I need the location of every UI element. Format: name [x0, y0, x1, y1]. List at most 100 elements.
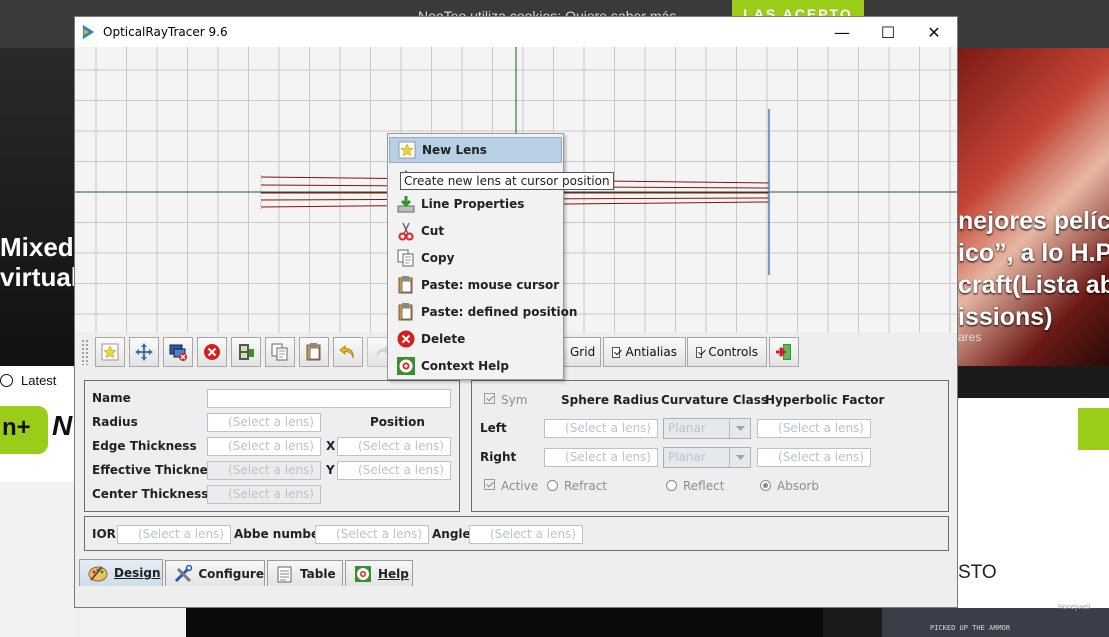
antialias-checkbox[interactable]: [612, 346, 620, 358]
background-hero-left: [0, 48, 74, 366]
copy-toolbar-button[interactable]: [265, 337, 295, 367]
absorb-radio-row[interactable]: Absorb: [760, 479, 819, 493]
tab-table[interactable]: Table: [267, 560, 343, 586]
menu-item-context-help[interactable]: Context Help: [389, 353, 562, 379]
menu-item-new-lens[interactable]: New Lens: [389, 137, 562, 163]
maximize-icon: ☐: [880, 22, 896, 42]
paste-toolbar-button[interactable]: [299, 337, 329, 367]
grid-toggle[interactable]: Grid: [563, 337, 601, 367]
maximize-button[interactable]: ☐: [865, 17, 911, 47]
move-button[interactable]: [129, 337, 159, 367]
active-checkbox[interactable]: [484, 479, 495, 490]
undo-button[interactable]: [333, 337, 363, 367]
left-sphere-radius-field[interactable]: (Select a lens): [544, 419, 658, 438]
line-properties-icon: [396, 194, 416, 214]
background-left-lower: [0, 482, 74, 637]
left-curvature-select[interactable]: Planar: [663, 418, 751, 439]
close-button[interactable]: ✕: [911, 17, 957, 47]
tab-help[interactable]: Help: [345, 560, 413, 586]
headline-line: virtual: [0, 262, 74, 292]
reflect-radio[interactable]: [666, 480, 677, 491]
y-label: Y: [326, 463, 335, 477]
site-logo-text: n+: [2, 414, 31, 441]
exit-door-icon: [776, 344, 791, 360]
headline-line: craft(Lista abi: [958, 271, 1109, 299]
center-thickness-field: (Select a lens): [207, 485, 321, 504]
center-thickness-label: Center Thickness: [92, 487, 209, 501]
name-label: Name: [92, 391, 131, 405]
controls-toggle[interactable]: Controls: [687, 337, 767, 367]
right-sphere-radius-field[interactable]: (Select a lens): [544, 448, 658, 467]
active-checkbox-row[interactable]: Active: [484, 479, 538, 493]
refract-radio-row[interactable]: Refract: [547, 479, 607, 493]
app-icon-accent: [84, 29, 89, 35]
background-right-headline[interactable]: nejores pelícu ico”, a lo H.P. craft(Lis…: [958, 205, 1109, 333]
toolbar-grip[interactable]: [81, 339, 89, 365]
menu-item-label: Paste: defined position: [421, 305, 578, 319]
new-lens-button[interactable]: [95, 337, 125, 367]
curvature-class-label: Curvature Class: [661, 393, 769, 407]
x-label: X: [326, 439, 336, 453]
abbe-number-field[interactable]: (Select a lens): [315, 525, 429, 544]
absorb-radio[interactable]: [760, 480, 771, 491]
paste-icon: [306, 343, 321, 361]
antialias-toggle[interactable]: Antialias: [603, 337, 686, 367]
help-icon: [396, 356, 416, 376]
background-thumbnail[interactable]: [882, 608, 1109, 637]
hyperbolic-factor-label: Hyperbolic Factor: [765, 393, 885, 407]
lens-properties-panel: Name Radius (Select a lens) Position Edg…: [84, 380, 460, 512]
menu-item-paste-mouse-cursor[interactable]: Paste: mouse cursor: [389, 272, 562, 298]
table-icon: [277, 566, 292, 582]
background-bottom-dark: [186, 608, 823, 637]
headline-line: Mixed: [0, 232, 74, 262]
right-hyperbolic-factor-field[interactable]: (Select a lens): [757, 448, 871, 467]
latest-link[interactable]: Latest: [0, 373, 56, 388]
minimize-button[interactable]: —: [819, 17, 865, 47]
right-curvature-select[interactable]: Planar: [663, 447, 751, 468]
menu-item-delete[interactable]: Delete: [389, 326, 562, 352]
controls-label: Controls: [708, 345, 758, 359]
film-button[interactable]: [231, 337, 261, 367]
menu-item-paste-defined-position[interactable]: Paste: defined position: [389, 299, 577, 325]
scissors-icon: [396, 221, 416, 241]
menu-item-cut[interactable]: Cut: [389, 218, 562, 244]
delete-icon: [396, 329, 416, 349]
menu-item-label: Cut: [421, 224, 445, 238]
background-section-text: STO: [958, 562, 997, 583]
surface-properties-panel: Sym Sphere Radius Curvature Class Hyperb…: [471, 380, 949, 512]
remove-configuration-button[interactable]: [163, 337, 193, 367]
headline-line: nejores pelícu: [958, 207, 1109, 235]
angle-field[interactable]: (Select a lens): [469, 525, 583, 544]
stop-button[interactable]: [197, 337, 227, 367]
menu-item-label: Context Help: [421, 359, 510, 373]
menu-item-line-properties[interactable]: Line Properties: [389, 191, 562, 217]
edge-thickness-label: Edge Thickness: [92, 439, 197, 453]
left-hyperbolic-factor-field[interactable]: (Select a lens): [757, 419, 871, 438]
name-field[interactable]: [207, 389, 451, 408]
help-lifebuoy-icon: [355, 565, 371, 582]
material-properties-panel: IOR (Select a lens) Abbe number (Select …: [84, 516, 949, 551]
monitor-remove-icon: [169, 344, 187, 361]
sym-checkbox[interactable]: [484, 393, 495, 404]
menu-item-copy[interactable]: Copy: [389, 245, 562, 271]
title-bar[interactable]: OpticalRayTracer 9.6 — ☐ ✕: [75, 17, 957, 47]
sym-checkbox-row[interactable]: Sym: [484, 393, 527, 407]
y-position-field[interactable]: (Select a lens): [337, 461, 451, 480]
background-green-block: [1078, 408, 1109, 450]
controls-checkbox[interactable]: [696, 346, 703, 358]
radius-field[interactable]: (Select a lens): [207, 413, 321, 432]
background-left-headline[interactable]: Mixed virtual: [0, 232, 74, 292]
tab-configure[interactable]: Configure: [165, 560, 265, 586]
right-curvature-value: Planar: [668, 450, 706, 464]
edge-thickness-field[interactable]: (Select a lens): [207, 437, 321, 456]
tab-design[interactable]: Design: [79, 559, 163, 586]
reflect-radio-row[interactable]: Reflect: [666, 479, 724, 493]
x-position-field[interactable]: (Select a lens): [337, 437, 451, 456]
exit-button[interactable]: [769, 337, 799, 367]
angle-label: Angle: [432, 527, 471, 541]
ior-field[interactable]: (Select a lens): [117, 525, 231, 544]
refract-radio[interactable]: [547, 480, 558, 491]
radius-label: Radius: [92, 415, 138, 429]
chevron-down-icon: [729, 419, 750, 438]
menu-item-label: New Lens: [422, 143, 487, 157]
